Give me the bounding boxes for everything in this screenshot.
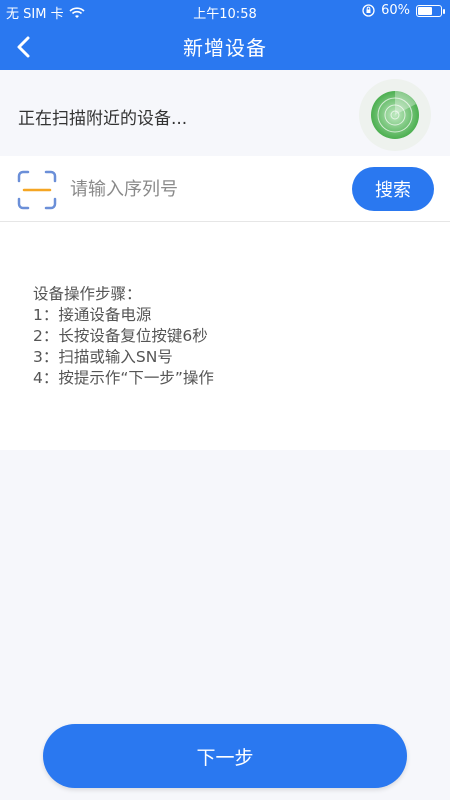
- instruction-step: 3：扫描或输入SN号: [33, 348, 173, 366]
- header: 无 SIM 卡 上午10:58 60% 新增设备: [0, 0, 450, 70]
- instructions-title: 设备操作步骤：: [33, 285, 142, 303]
- scan-status-row: 正在扫描附近的设备...: [0, 70, 450, 156]
- instruction-step: 1：接通设备电源: [33, 306, 152, 324]
- search-button[interactable]: 搜索: [352, 167, 434, 211]
- serial-number-input[interactable]: [70, 172, 340, 206]
- battery-icon: [416, 4, 445, 17]
- orientation-lock-icon: [362, 4, 375, 17]
- instruction-step: 2：长按设备复位按键6秒: [33, 327, 208, 345]
- status-right: 60%: [362, 3, 445, 18]
- search-row: 搜索: [0, 156, 450, 222]
- navbar: 新增设备: [0, 24, 450, 70]
- page-title: 新增设备: [183, 36, 267, 60]
- battery-percent: 60%: [381, 3, 410, 18]
- radar-icon: [359, 79, 431, 151]
- scan-status-text: 正在扫描附近的设备...: [18, 109, 188, 129]
- instructions-list: 设备操作步骤： 1：接通设备电源 2：长按设备复位按键6秒 3：扫描或输入SN号…: [33, 284, 214, 389]
- instruction-step: 4：按提示作“下一步”操作: [33, 369, 214, 387]
- status-bar: 无 SIM 卡 上午10:58 60%: [0, 0, 450, 24]
- qr-scan-icon[interactable]: [16, 169, 58, 211]
- instructions-panel: 设备操作步骤： 1：接通设备电源 2：长按设备复位按键6秒 3：扫描或输入SN号…: [0, 222, 450, 450]
- battery-level: [418, 6, 433, 15]
- next-step-button[interactable]: 下一步: [43, 724, 407, 788]
